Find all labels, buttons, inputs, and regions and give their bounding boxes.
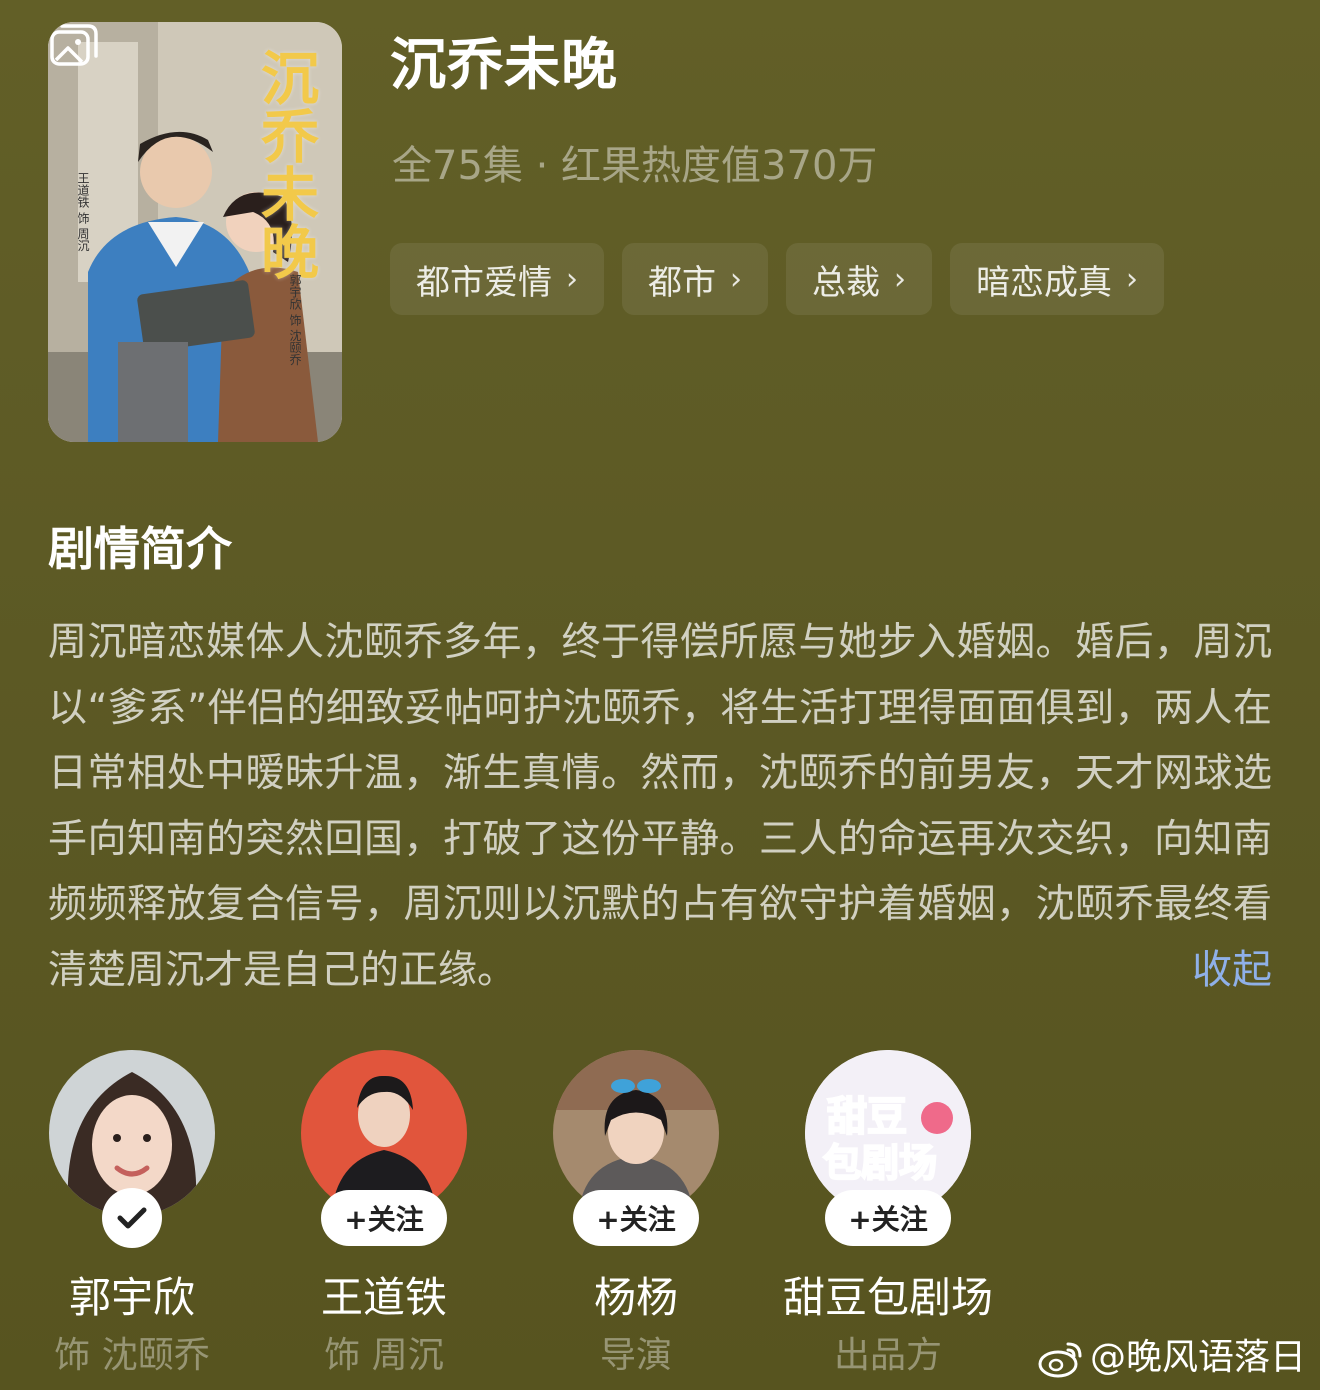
studio-logo-line1: 甜豆 [827,1094,907,1140]
cast-role: 出品方 [833,1335,942,1376]
tag-label: 总裁 [812,262,880,303]
weibo-icon [1038,1342,1082,1378]
tag-label: 都市 [648,262,716,303]
poster-credit-left: 王道铁 饰 周沉 [76,172,90,252]
follow-button[interactable]: +关注 [321,1190,447,1246]
cast-name: 郭宇欣 [68,1273,195,1322]
show-meta: 全75集 · 红果热度值370万 [392,143,878,189]
synopsis-heading: 剧情简介 [48,522,232,576]
show-poster[interactable]: 沉乔未晚 王道铁 饰 周沉 郭宇欣 饰 沈颐乔 [48,22,342,442]
cast-role: 饰 沈颐乔 [54,1335,210,1376]
cast-name: 王道铁 [320,1273,447,1322]
cast-role: 饰 周沉 [324,1335,444,1376]
studio-logo-line2: 包剧场 [823,1141,937,1185]
tag-urban[interactable]: 都市 › [622,243,768,315]
follow-button[interactable]: +关注 [825,1190,951,1246]
tag-secret-crush[interactable]: 暗恋成真 › [950,243,1164,315]
synopsis-text: 周沉暗恋媒体人沈颐乔多年，终于得偿所愿与她步入婚姻。婚后，周沉以“爹系”伴侣的细… [48,620,1272,993]
tag-label: 都市爱情 [416,262,552,303]
weibo-watermark: @晚风语落日 [1038,1334,1306,1382]
cast-name: 杨杨 [593,1273,678,1322]
show-detail-page: 沉乔未晚 王道铁 饰 周沉 郭宇欣 饰 沈颐乔 沉乔未晚 全75集 · 红果热度… [0,0,1320,1390]
chevron-right-icon: › [566,261,578,297]
collapse-link[interactable]: 收起 [1192,938,1272,1003]
poster-credit-right: 郭宇欣 饰 沈颐乔 [288,274,302,366]
chevron-right-icon: › [730,261,742,297]
tag-ceo[interactable]: 总裁 › [786,243,932,315]
chevron-right-icon: › [894,261,906,297]
chevron-right-icon: › [1126,261,1138,297]
tag-urban-romance[interactable]: 都市爱情 › [390,243,604,315]
show-title: 沉乔未晚 [390,33,618,98]
watermark-text: @晚风语落日 [1089,1337,1306,1378]
gallery-icon[interactable] [48,22,100,68]
follow-button[interactable]: +关注 [573,1190,699,1246]
followed-check-icon[interactable] [102,1188,162,1248]
poster-title-text: 沉乔未晚 [251,48,319,280]
genre-tags: 都市爱情 › 都市 › 总裁 › 暗恋成真 › [390,243,1164,315]
tag-label: 暗恋成真 [976,262,1112,303]
cast-name: 甜豆包剧场 [782,1273,993,1322]
cast-role: 导演 [599,1335,672,1376]
